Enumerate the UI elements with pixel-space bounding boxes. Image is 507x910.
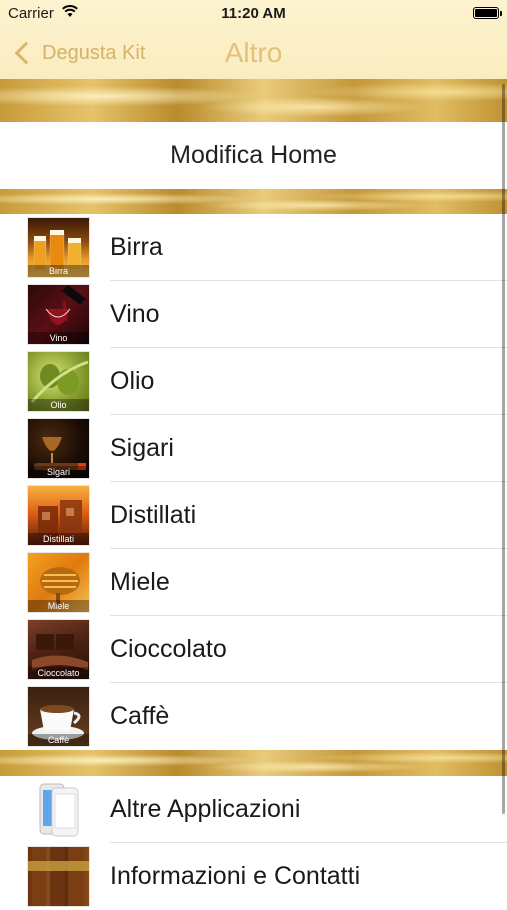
list-item-label: Birra bbox=[110, 233, 163, 261]
list-item-label: Miele bbox=[110, 568, 170, 596]
scrollbar[interactable] bbox=[502, 84, 505, 814]
extras-list: Altre Applicazioni Informazioni e Contat… bbox=[0, 776, 507, 910]
list-item-label: Sigari bbox=[110, 434, 174, 462]
list-item-cioccolato[interactable]: Cioccolato Cioccolato bbox=[0, 616, 507, 683]
thumbnail-caption: Olio bbox=[28, 399, 89, 411]
category-list: Birra Birra Vino Vino Olio Olio Sigari S… bbox=[0, 214, 507, 750]
list-item-miele[interactable]: Miele Miele bbox=[0, 549, 507, 616]
thumbnail-caption: Birra bbox=[28, 265, 89, 277]
status-bar: Carrier 11:20 AM bbox=[0, 0, 507, 28]
thumbnail-caption: Miele bbox=[28, 600, 89, 612]
thumbnail-caption: Caffè bbox=[28, 734, 89, 746]
thumbnail-caption: Distillati bbox=[28, 533, 89, 545]
list-item-distillati[interactable]: Distillati Distillati bbox=[0, 482, 507, 549]
list-item-label: Altre Applicazioni bbox=[110, 795, 301, 823]
chocolate-icon: Cioccolato bbox=[28, 620, 89, 679]
thumbnail-caption: Sigari bbox=[28, 466, 89, 478]
list-item-label: Olio bbox=[110, 367, 155, 395]
gold-separator-bottom bbox=[0, 750, 507, 776]
cigar-icon: Sigari bbox=[28, 419, 89, 478]
battery-icon bbox=[473, 7, 499, 19]
edit-home-cell[interactable]: Modifica Home bbox=[0, 122, 507, 189]
list-item-olio[interactable]: Olio Olio bbox=[0, 348, 507, 415]
clock: 11:20 AM bbox=[221, 5, 286, 22]
list-item-label: Vino bbox=[110, 300, 160, 328]
page-title: Altro bbox=[224, 37, 283, 68]
list-item-label: Distillati bbox=[110, 501, 197, 529]
thumbnail-caption: Cioccolato bbox=[28, 667, 89, 679]
list-item-vino[interactable]: Vino Vino bbox=[0, 281, 507, 348]
battery-tip bbox=[500, 11, 502, 16]
list-item-caffe[interactable]: Caffè Caffè bbox=[0, 683, 507, 750]
gold-separator-middle bbox=[0, 189, 507, 214]
info-cigars-icon bbox=[28, 847, 89, 906]
thumbnail-caption: Vino bbox=[28, 332, 89, 344]
phone-icon bbox=[28, 780, 89, 839]
beer-icon: Birra bbox=[28, 218, 89, 277]
list-item-sigari[interactable]: Sigari Sigari bbox=[0, 415, 507, 482]
list-item-other-apps[interactable]: Altre Applicazioni bbox=[0, 776, 507, 843]
coffee-icon: Caffè bbox=[28, 687, 89, 746]
spirits-icon: Distillati bbox=[28, 486, 89, 545]
olive-oil-icon: Olio bbox=[28, 352, 89, 411]
list-item-label: Caffè bbox=[110, 702, 170, 730]
navigation-bar: Degusta Kit Altro bbox=[0, 28, 507, 79]
list-item-birra[interactable]: Birra Birra bbox=[0, 214, 507, 281]
gold-separator-top bbox=[0, 79, 507, 122]
top-bar: Carrier 11:20 AM Degusta Kit Altro bbox=[0, 0, 507, 79]
honey-icon: Miele bbox=[28, 553, 89, 612]
edit-home-label: Modifica Home bbox=[170, 141, 337, 169]
wine-icon: Vino bbox=[28, 285, 89, 344]
list-item-label: Cioccolato bbox=[110, 635, 227, 663]
